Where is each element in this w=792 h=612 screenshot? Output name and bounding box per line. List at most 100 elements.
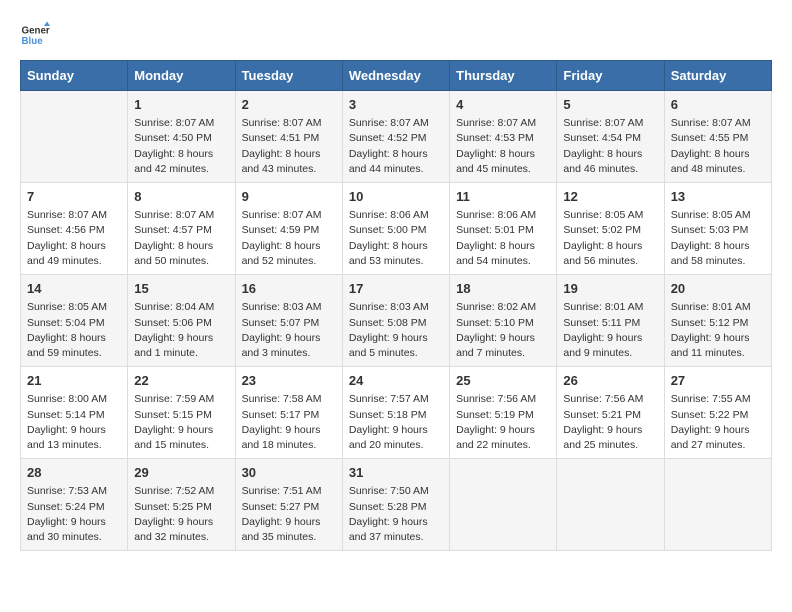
header-thursday: Thursday [450, 61, 557, 91]
day-info: Sunrise: 7:58 AMSunset: 5:17 PMDaylight:… [242, 392, 336, 453]
calendar-cell: 23 Sunrise: 7:58 AMSunset: 5:17 PMDayligh… [235, 367, 342, 459]
day-number: 13 [671, 188, 765, 206]
day-info: Sunrise: 8:07 AMSunset: 4:55 PMDaylight:… [671, 116, 765, 177]
calendar-cell: 2 Sunrise: 8:07 AMSunset: 4:51 PMDaylight… [235, 91, 342, 183]
day-number: 20 [671, 280, 765, 298]
day-number: 11 [456, 188, 550, 206]
day-info: Sunrise: 7:56 AMSunset: 5:19 PMDaylight:… [456, 392, 550, 453]
calendar-cell: 28 Sunrise: 7:53 AMSunset: 5:24 PMDayligh… [21, 459, 128, 551]
day-info: Sunrise: 8:07 AMSunset: 4:50 PMDaylight:… [134, 116, 228, 177]
calendar-cell: 24Sunrise: 7:57 AMSunset: 5:18 PMDayligh… [342, 367, 449, 459]
calendar-cell: 14 Sunrise: 8:05 AMSunset: 5:04 PMDayligh… [21, 275, 128, 367]
calendar-cell [450, 459, 557, 551]
day-info: Sunrise: 7:53 AMSunset: 5:24 PMDaylight:… [27, 484, 121, 545]
calendar-cell: 16 Sunrise: 8:03 AMSunset: 5:07 PMDayligh… [235, 275, 342, 367]
svg-text:General: General [22, 26, 51, 37]
day-number: 10 [349, 188, 443, 206]
day-info: Sunrise: 8:07 AMSunset: 4:54 PMDaylight:… [563, 116, 657, 177]
calendar-cell: 17 Sunrise: 8:03 AMSunset: 5:08 PMDayligh… [342, 275, 449, 367]
day-info: Sunrise: 8:07 AMSunset: 4:52 PMDaylight:… [349, 116, 443, 177]
day-info: Sunrise: 8:07 AMSunset: 4:56 PMDaylight:… [27, 208, 121, 269]
calendar-table: SundayMondayTuesdayWednesdayThursdayFrid… [20, 60, 772, 551]
header-tuesday: Tuesday [235, 61, 342, 91]
day-number: 15 [134, 280, 228, 298]
day-number: 3 [349, 96, 443, 114]
calendar-cell: 15Sunrise: 8:04 AMSunset: 5:06 PMDayligh… [128, 275, 235, 367]
calendar-cell: 5 Sunrise: 8:07 AMSunset: 4:54 PMDaylight… [557, 91, 664, 183]
day-number: 12 [563, 188, 657, 206]
calendar-cell [557, 459, 664, 551]
day-number: 25 [456, 372, 550, 390]
day-info: Sunrise: 8:01 AMSunset: 5:12 PMDaylight:… [671, 300, 765, 361]
calendar-cell: 26 Sunrise: 7:56 AMSunset: 5:21 PMDayligh… [557, 367, 664, 459]
calendar-cell: 27Sunrise: 7:55 AMSunset: 5:22 PMDayligh… [664, 367, 771, 459]
day-info: Sunrise: 8:07 AMSunset: 4:59 PMDaylight:… [242, 208, 336, 269]
calendar-cell: 11 Sunrise: 8:06 AMSunset: 5:01 PMDayligh… [450, 183, 557, 275]
calendar-cell: 20 Sunrise: 8:01 AMSunset: 5:12 PMDayligh… [664, 275, 771, 367]
day-number: 23 [242, 372, 336, 390]
calendar-cell: 12 Sunrise: 8:05 AMSunset: 5:02 PMDayligh… [557, 183, 664, 275]
day-number: 19 [563, 280, 657, 298]
day-number: 30 [242, 464, 336, 482]
day-info: Sunrise: 8:07 AMSunset: 4:57 PMDaylight:… [134, 208, 228, 269]
day-info: Sunrise: 7:50 AMSunset: 5:28 PMDaylight:… [349, 484, 443, 545]
day-info: Sunrise: 7:55 AMSunset: 5:22 PMDaylight:… [671, 392, 765, 453]
calendar-cell: 13Sunrise: 8:05 AMSunset: 5:03 PMDayligh… [664, 183, 771, 275]
svg-text:Blue: Blue [22, 36, 44, 47]
day-number: 16 [242, 280, 336, 298]
logo-icon: General Blue [20, 20, 50, 50]
day-number: 17 [349, 280, 443, 298]
day-number: 14 [27, 280, 121, 298]
calendar-cell: 8Sunrise: 8:07 AMSunset: 4:57 PMDaylight… [128, 183, 235, 275]
calendar-week-row: 14 Sunrise: 8:05 AMSunset: 5:04 PMDayligh… [21, 275, 772, 367]
calendar-week-row: 21 Sunrise: 8:00 AMSunset: 5:14 PMDayligh… [21, 367, 772, 459]
calendar-cell: 21 Sunrise: 8:00 AMSunset: 5:14 PMDayligh… [21, 367, 128, 459]
day-info: Sunrise: 7:56 AMSunset: 5:21 PMDaylight:… [563, 392, 657, 453]
calendar-cell: 4 Sunrise: 8:07 AMSunset: 4:53 PMDaylight… [450, 91, 557, 183]
day-number: 6 [671, 96, 765, 114]
day-number: 29 [134, 464, 228, 482]
header-wednesday: Wednesday [342, 61, 449, 91]
day-info: Sunrise: 8:06 AMSunset: 5:01 PMDaylight:… [456, 208, 550, 269]
day-info: Sunrise: 8:05 AMSunset: 5:02 PMDaylight:… [563, 208, 657, 269]
day-info: Sunrise: 8:03 AMSunset: 5:07 PMDaylight:… [242, 300, 336, 361]
calendar-week-row: 1 Sunrise: 8:07 AMSunset: 4:50 PMDaylight… [21, 91, 772, 183]
day-info: Sunrise: 7:52 AMSunset: 5:25 PMDaylight:… [134, 484, 228, 545]
calendar-cell: 25 Sunrise: 7:56 AMSunset: 5:19 PMDayligh… [450, 367, 557, 459]
day-number: 2 [242, 96, 336, 114]
calendar-cell: 7 Sunrise: 8:07 AMSunset: 4:56 PMDaylight… [21, 183, 128, 275]
logo: General Blue [20, 20, 50, 50]
calendar-cell: 22 Sunrise: 7:59 AMSunset: 5:15 PMDayligh… [128, 367, 235, 459]
day-info: Sunrise: 7:59 AMSunset: 5:15 PMDaylight:… [134, 392, 228, 453]
day-number: 4 [456, 96, 550, 114]
calendar-cell: 18Sunrise: 8:02 AMSunset: 5:10 PMDayligh… [450, 275, 557, 367]
calendar-cell: 29 Sunrise: 7:52 AMSunset: 5:25 PMDayligh… [128, 459, 235, 551]
day-info: Sunrise: 8:03 AMSunset: 5:08 PMDaylight:… [349, 300, 443, 361]
header-friday: Friday [557, 61, 664, 91]
header-saturday: Saturday [664, 61, 771, 91]
day-number: 9 [242, 188, 336, 206]
calendar-cell [21, 91, 128, 183]
calendar-header-row: SundayMondayTuesdayWednesdayThursdayFrid… [21, 61, 772, 91]
day-number: 21 [27, 372, 121, 390]
page-header: General Blue [20, 20, 772, 50]
day-number: 1 [134, 96, 228, 114]
calendar-cell: 3 Sunrise: 8:07 AMSunset: 4:52 PMDaylight… [342, 91, 449, 183]
calendar-cell: 30 Sunrise: 7:51 AMSunset: 5:27 PMDayligh… [235, 459, 342, 551]
day-info: Sunrise: 8:07 AMSunset: 4:53 PMDaylight:… [456, 116, 550, 177]
calendar-cell: 6 Sunrise: 8:07 AMSunset: 4:55 PMDaylight… [664, 91, 771, 183]
day-info: Sunrise: 8:00 AMSunset: 5:14 PMDaylight:… [27, 392, 121, 453]
day-number: 28 [27, 464, 121, 482]
header-monday: Monday [128, 61, 235, 91]
day-number: 18 [456, 280, 550, 298]
calendar-cell: 31Sunrise: 7:50 AMSunset: 5:28 PMDayligh… [342, 459, 449, 551]
day-number: 7 [27, 188, 121, 206]
day-number: 26 [563, 372, 657, 390]
day-number: 22 [134, 372, 228, 390]
calendar-week-row: 7 Sunrise: 8:07 AMSunset: 4:56 PMDaylight… [21, 183, 772, 275]
day-number: 5 [563, 96, 657, 114]
day-info: Sunrise: 8:07 AMSunset: 4:51 PMDaylight:… [242, 116, 336, 177]
calendar-cell: 10Sunrise: 8:06 AMSunset: 5:00 PMDayligh… [342, 183, 449, 275]
day-info: Sunrise: 8:05 AMSunset: 5:04 PMDaylight:… [27, 300, 121, 361]
day-info: Sunrise: 7:51 AMSunset: 5:27 PMDaylight:… [242, 484, 336, 545]
